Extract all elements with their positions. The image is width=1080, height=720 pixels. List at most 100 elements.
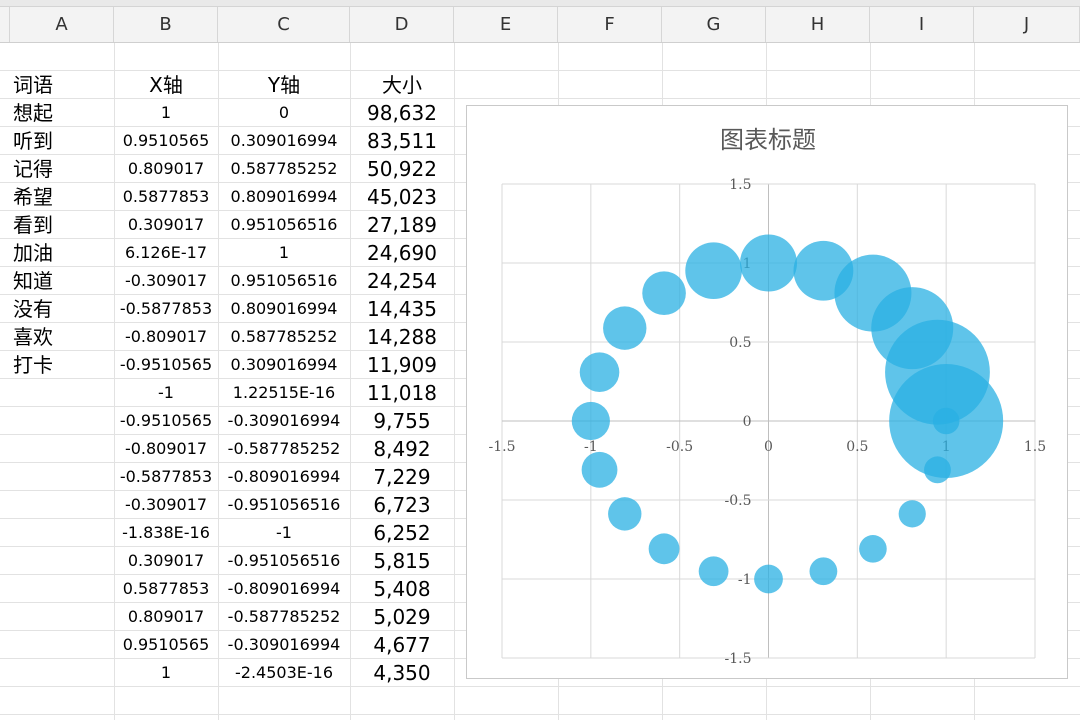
cell-size[interactable]: 11,909 xyxy=(350,351,454,379)
cell-size[interactable]: 5,029 xyxy=(350,603,454,631)
column-header-b[interactable]: B xyxy=(114,7,218,42)
cell-y[interactable]: 0.809016994 xyxy=(218,183,350,211)
cell-size[interactable]: 4,350 xyxy=(350,659,454,687)
cell-word[interactable]: 知道 xyxy=(10,267,114,295)
cell-y[interactable]: 0 xyxy=(218,99,350,127)
y-tick-label: 0 xyxy=(743,414,752,430)
cell-y[interactable]: 0.951056516 xyxy=(218,211,350,239)
cell-x[interactable]: -0.5877853 xyxy=(114,295,218,323)
cell-y[interactable]: 0.309016994 xyxy=(218,351,350,379)
cell-word[interactable]: 打卡 xyxy=(10,351,114,379)
header-cell-word[interactable]: 词语 xyxy=(10,71,114,99)
column-header-e[interactable]: E xyxy=(454,7,558,42)
cell-x[interactable]: 1 xyxy=(114,659,218,687)
cell-size[interactable]: 7,229 xyxy=(350,463,454,491)
cell-y[interactable]: -0.809016994 xyxy=(218,575,350,603)
cell-size[interactable]: 9,755 xyxy=(350,407,454,435)
cell-x[interactable]: -0.809017 xyxy=(114,435,218,463)
cell-y[interactable]: 1.22515E-16 xyxy=(218,379,350,407)
cell-x[interactable]: -0.9510565 xyxy=(114,351,218,379)
cell-y[interactable]: 0.309016994 xyxy=(218,127,350,155)
cell-size[interactable]: 5,815 xyxy=(350,547,454,575)
column-header-c[interactable]: C xyxy=(218,7,350,42)
cell-word[interactable]: 听到 xyxy=(10,127,114,155)
cell-x[interactable]: 0.9510565 xyxy=(114,127,218,155)
cell-x[interactable]: 0.309017 xyxy=(114,211,218,239)
cell-x[interactable]: -0.309017 xyxy=(114,267,218,295)
cell-size[interactable]: 6,723 xyxy=(350,491,454,519)
cell-y[interactable]: -0.587785252 xyxy=(218,435,350,463)
bubble-point xyxy=(603,306,647,350)
cell-size[interactable]: 8,492 xyxy=(350,435,454,463)
bubble-point xyxy=(648,533,680,565)
cell-size[interactable]: 14,435 xyxy=(350,295,454,323)
cell-y[interactable]: -2.4503E-16 xyxy=(218,659,350,687)
cell-y[interactable]: 0.951056516 xyxy=(218,267,350,295)
cell-x[interactable]: 0.809017 xyxy=(114,603,218,631)
cell-x[interactable]: 0.5877853 xyxy=(114,575,218,603)
cell-x[interactable]: 0.9510565 xyxy=(114,631,218,659)
cell-x[interactable]: -1.838E-16 xyxy=(114,519,218,547)
cell-y[interactable]: 0.809016994 xyxy=(218,295,350,323)
cell-x[interactable]: 0.5877853 xyxy=(114,183,218,211)
cell-word[interactable]: 看到 xyxy=(10,211,114,239)
select-all-corner[interactable] xyxy=(0,7,10,42)
cell-y[interactable]: 0.587785252 xyxy=(218,155,350,183)
toolbar-strip xyxy=(0,0,1080,7)
cell-y[interactable]: -0.809016994 xyxy=(218,463,350,491)
column-header-row: ABCDEFGHIJ xyxy=(0,7,1080,43)
cell-y[interactable]: 0.587785252 xyxy=(218,323,350,351)
grid-row-line xyxy=(0,714,1080,715)
cell-size[interactable]: 27,189 xyxy=(350,211,454,239)
cell-y[interactable]: -0.951056516 xyxy=(218,547,350,575)
cell-y[interactable]: -0.951056516 xyxy=(218,491,350,519)
cell-x[interactable]: 0.809017 xyxy=(114,155,218,183)
cell-size[interactable]: 24,690 xyxy=(350,239,454,267)
cell-size[interactable]: 83,511 xyxy=(350,127,454,155)
cell-word[interactable]: 加油 xyxy=(10,239,114,267)
cell-x[interactable]: -0.9510565 xyxy=(114,407,218,435)
bubble-point xyxy=(642,271,686,315)
y-tick-label: 1.5 xyxy=(729,177,751,193)
cell-y[interactable]: -0.309016994 xyxy=(218,407,350,435)
cell-size[interactable]: 5,408 xyxy=(350,575,454,603)
cell-size[interactable]: 11,018 xyxy=(350,379,454,407)
cell-y[interactable]: -1 xyxy=(218,519,350,547)
column-header-g[interactable]: G xyxy=(662,7,766,42)
column-header-j[interactable]: J xyxy=(974,7,1080,42)
cell-size[interactable]: 50,922 xyxy=(350,155,454,183)
cell-word[interactable]: 希望 xyxy=(10,183,114,211)
chart-canvas: 图表标题-1.5-1-0.500.511.51.510.50-0.5-1-1.5 xyxy=(489,126,1047,667)
cell-size[interactable]: 6,252 xyxy=(350,519,454,547)
cell-size[interactable]: 45,023 xyxy=(350,183,454,211)
header-cell-x[interactable]: X轴 xyxy=(114,71,218,99)
cell-word[interactable]: 没有 xyxy=(10,295,114,323)
cell-size[interactable]: 24,254 xyxy=(350,267,454,295)
y-tick-label: -0.5 xyxy=(725,493,752,509)
column-header-d[interactable]: D xyxy=(350,7,454,42)
column-header-a[interactable]: A xyxy=(10,7,114,42)
cell-y[interactable]: 1 xyxy=(218,239,350,267)
cell-x[interactable]: 6.126E-17 xyxy=(114,239,218,267)
cell-x[interactable]: 1 xyxy=(114,99,218,127)
column-header-i[interactable]: I xyxy=(870,7,974,42)
cell-size[interactable]: 4,677 xyxy=(350,631,454,659)
cell-x[interactable]: -0.5877853 xyxy=(114,463,218,491)
cell-size[interactable]: 14,288 xyxy=(350,323,454,351)
cell-x[interactable]: -0.809017 xyxy=(114,323,218,351)
cell-x[interactable]: -1 xyxy=(114,379,218,407)
bubble-chart[interactable]: 图表标题-1.5-1-0.500.511.51.510.50-0.5-1-1.5 xyxy=(466,105,1068,679)
cell-size[interactable]: 98,632 xyxy=(350,99,454,127)
header-cell-size[interactable]: 大小 xyxy=(350,71,454,99)
header-cell-y[interactable]: Y轴 xyxy=(218,71,350,99)
cell-x[interactable]: -0.309017 xyxy=(114,491,218,519)
cell-word[interactable]: 喜欢 xyxy=(10,323,114,351)
cell-y[interactable]: -0.587785252 xyxy=(218,603,350,631)
cell-word[interactable]: 记得 xyxy=(10,155,114,183)
cell-y[interactable]: -0.309016994 xyxy=(218,631,350,659)
x-tick-label: 0 xyxy=(764,439,773,455)
column-header-f[interactable]: F xyxy=(558,7,662,42)
column-header-h[interactable]: H xyxy=(766,7,870,42)
cell-word[interactable]: 想起 xyxy=(10,99,114,127)
cell-x[interactable]: 0.309017 xyxy=(114,547,218,575)
